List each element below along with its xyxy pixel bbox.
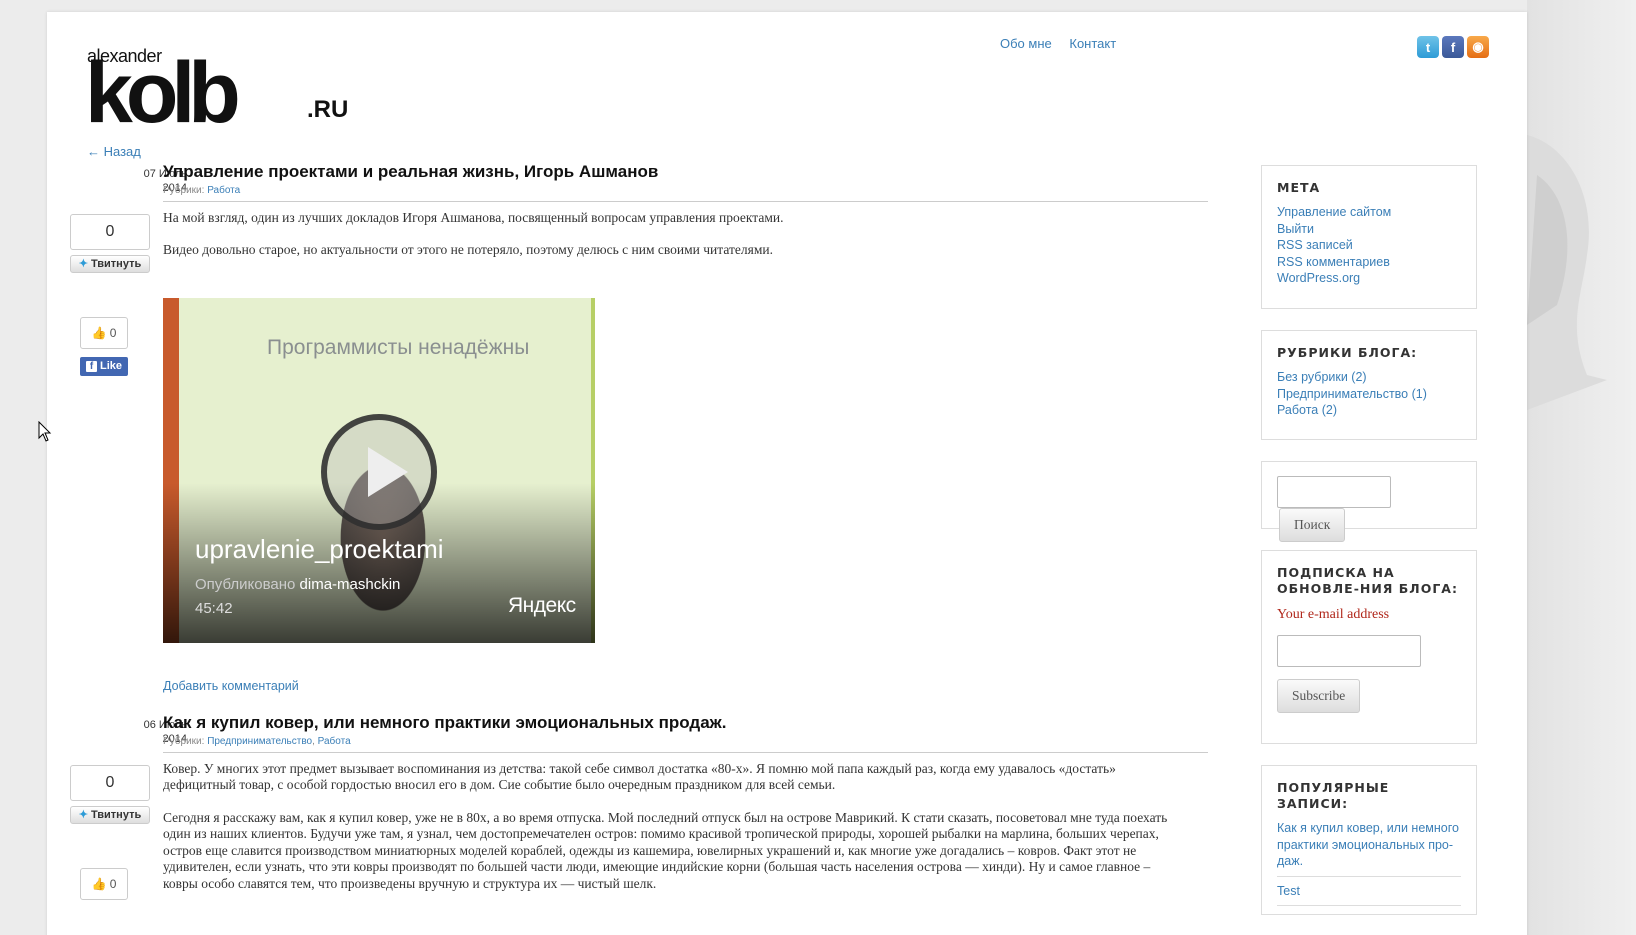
facebook-like-label: Like (99, 360, 122, 372)
video-slide-text: Программисты ненадёжны (267, 336, 530, 359)
subscribe-widget: ПОДПИСКА НА ОБНОВЛЕ-НИЯ БЛОГА: Your e-ma… (1261, 550, 1477, 744)
like-counter: 👍 0 (80, 317, 128, 349)
meta-link[interactable]: WordPress.org (1277, 270, 1461, 287)
post-title[interactable]: Управление проектами и реальная жизнь, И… (163, 162, 658, 182)
meta-link[interactable]: RSS комментариев (1277, 254, 1461, 271)
post-divider (163, 752, 1208, 753)
logo-suffix: .RU (307, 96, 349, 123)
category-link[interactable]: Предпринимательство (207, 736, 312, 747)
tweet-counter: 0 (70, 214, 150, 250)
email-field[interactable] (1277, 635, 1421, 667)
tweet-counter: 0 (70, 765, 150, 801)
popular-post-link[interactable]: Как я купил ковер, или немного практики … (1277, 820, 1461, 877)
post-categories: Рубрики: Предпринимательство, Работа (163, 736, 351, 747)
post-paragraph: На мой взгляд, один из лучших докладов И… (163, 210, 784, 225)
twitter-bird-icon: ✦ (78, 258, 88, 270)
category-list-link[interactable]: Без рубрики (2) (1277, 369, 1461, 386)
categories-prefix: Рубрики: (163, 736, 205, 747)
play-icon[interactable] (321, 414, 437, 530)
logo-small-text: alexander (87, 46, 162, 66)
category-list-link[interactable]: Работа (2) (1277, 402, 1461, 419)
video-duration: 45:42 (195, 600, 233, 617)
post-categories: Рубрики: Работа (163, 185, 240, 196)
email-label: Your e-mail address (1277, 607, 1390, 622)
thumbs-up-icon: 👍 (91, 877, 107, 891)
search-input[interactable] (1277, 476, 1391, 508)
like-counter: 👍 0 (80, 868, 128, 900)
yandex-logo: Яндекс (508, 594, 576, 617)
categories-prefix: Рубрики: (163, 185, 205, 196)
twitter-icon[interactable]: t (1417, 36, 1439, 58)
facebook-like-button[interactable]: f Like (80, 357, 128, 376)
social-icons: t f ◉ (1417, 36, 1489, 58)
tweet-button-label: Твитнуть (90, 809, 142, 821)
categories-widget: РУБРИКИ БЛОГА: Без рубрики (2) Предприни… (1261, 330, 1477, 440)
rss-icon[interactable]: ◉ (1467, 36, 1489, 58)
nav-contact-link[interactable]: Контакт (1069, 36, 1116, 51)
post-paragraph: Сегодня я расскажу вам, как я купил кове… (163, 810, 1168, 891)
meta-link[interactable]: RSS записей (1277, 237, 1461, 254)
mouse-cursor-icon (38, 421, 52, 442)
like-count: 0 (109, 877, 117, 891)
tweet-button[interactable]: ✦ Твитнуть (70, 806, 150, 824)
top-navigation: Обо мне Контакт (1000, 36, 1130, 51)
tweet-button-label: Твитнуть (90, 258, 142, 270)
post-divider (163, 201, 1208, 202)
widget-title: ПОДПИСКА НА ОБНОВЛЕ-НИЯ БЛОГА: (1277, 565, 1458, 596)
video-publisher: Опубликовано dima-mashckin (195, 576, 400, 593)
thumbs-up-icon: 👍 (91, 326, 107, 340)
page-container: kolb alexander .RU Обо мне Контакт t f ◉… (47, 12, 1527, 935)
add-comment-link[interactable]: Добавить комментарий (163, 679, 299, 693)
post-title[interactable]: Как я купил ковер, или немного практики … (163, 713, 726, 733)
popular-post-link[interactable]: Test (1277, 883, 1461, 906)
post-paragraph: Видео довольно старое, но актуальности о… (163, 242, 773, 257)
widget-title: ПОПУЛЯРНЫЕ ЗАПИСИ: (1277, 780, 1390, 811)
search-button[interactable]: Поиск (1279, 508, 1346, 542)
meta-link[interactable]: Выйти (1277, 221, 1461, 238)
category-link[interactable]: Работа (318, 736, 351, 747)
subscribe-button[interactable]: Subscribe (1277, 679, 1361, 713)
video-published-prefix: Опубликовано (195, 576, 296, 593)
widget-title: РУБРИКИ БЛОГА: (1277, 345, 1418, 360)
post-paragraph: Ковер. У многих этот предмет вызывает во… (163, 761, 1116, 793)
nav-about-link[interactable]: Обо мне (1000, 36, 1052, 51)
popular-widget: ПОПУЛЯРНЫЕ ЗАПИСИ: Как я купил ковер, ил… (1261, 765, 1477, 915)
background-decoration (1527, 135, 1607, 410)
search-widget: Поиск (1261, 461, 1477, 542)
site-logo[interactable]: kolb alexander .RU (85, 36, 348, 136)
tweet-button[interactable]: ✦ Твитнуть (70, 255, 150, 273)
facebook-icon[interactable]: f (1442, 36, 1464, 58)
like-count: 0 (109, 326, 117, 340)
video-author: dima-mashckin (299, 576, 401, 593)
category-link[interactable]: Работа (207, 185, 240, 196)
facebook-f-icon: f (85, 361, 97, 372)
meta-link[interactable]: Управление сайтом (1277, 204, 1461, 221)
video-title: upravlenie_proektami (195, 534, 444, 564)
twitter-bird-icon: ✦ (78, 809, 88, 821)
video-player[interactable]: Программисты ненадёжны upravlenie_proekt… (163, 298, 595, 643)
category-list-link[interactable]: Предпринимательство (1) (1277, 386, 1461, 403)
meta-widget: МЕТА Управление сайтом Выйти RSS записей… (1261, 165, 1477, 309)
widget-title: МЕТА (1277, 180, 1321, 195)
back-link[interactable]: ← Назад (87, 144, 141, 159)
